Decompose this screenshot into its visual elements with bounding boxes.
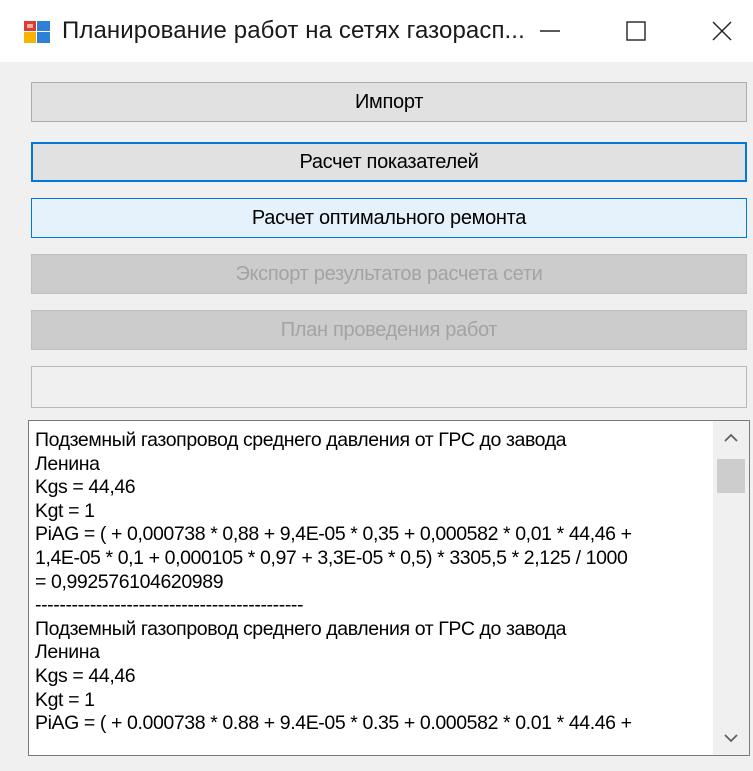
output-line: Kgs = 44,46 <box>35 476 136 499</box>
output-textbox[interactable]: Подземный газопровод среднего давления о… <box>28 420 750 756</box>
output-line: Kgs = 44,46 <box>35 664 136 687</box>
window-title: Планирование работ на сетях газорасп... <box>62 17 525 44</box>
calc-optimal-repair-button[interactable]: Расчет оптимального ремонта <box>31 198 747 238</box>
output-line: = 0,992576104620989 <box>35 570 224 593</box>
output-line: 1,4E-05 * 0,1 + 0,000105 * 0,97 + 3,3E-0… <box>35 546 628 569</box>
output-text: Подземный газопровод среднего давления о… <box>35 429 709 736</box>
output-line: Ленина <box>35 452 100 475</box>
work-plan-button: План проведения работ <box>31 310 747 350</box>
output-line: Подземный газопровод среднего давления о… <box>35 429 567 451</box>
app-window: Планирование работ на сетях газорасп... … <box>0 0 753 771</box>
output-line: ----------------------------------------… <box>35 594 304 617</box>
minimize-button[interactable] <box>520 10 580 52</box>
app-window-icon <box>24 21 50 43</box>
output-line: Подземный газопровод среднего давления о… <box>35 617 567 640</box>
chevron-down-icon <box>724 734 738 743</box>
scroll-up-button[interactable] <box>713 421 749 455</box>
chevron-up-icon <box>724 433 738 442</box>
vertical-scrollbar[interactable] <box>713 421 749 755</box>
export-results-button: Экспорт результатов расчета сети <box>31 254 747 294</box>
scroll-thumb[interactable] <box>717 459 745 493</box>
output-line: Kgt = 1 <box>35 499 95 522</box>
maximize-button[interactable] <box>606 10 666 52</box>
minimize-icon <box>540 30 560 32</box>
output-line: PiAG = ( + 0,000738 * 0,88 + 9,4E-05 * 0… <box>35 523 632 546</box>
output-line: Ленина <box>35 641 100 664</box>
output-line: PiAG = ( + 0.000738 * 0.88 + 9.4E-05 * 0… <box>35 712 632 735</box>
scroll-down-button[interactable] <box>713 721 749 755</box>
status-field <box>31 366 747 408</box>
calc-indicators-button[interactable]: Расчет показателей <box>31 142 747 182</box>
title-bar[interactable]: Планирование работ на сетях газорасп... <box>0 0 753 62</box>
maximize-icon <box>626 21 646 41</box>
close-icon <box>712 21 732 41</box>
import-button[interactable]: Импорт <box>31 82 747 122</box>
close-button[interactable] <box>692 10 752 52</box>
output-line: Kgt = 1 <box>35 688 95 711</box>
